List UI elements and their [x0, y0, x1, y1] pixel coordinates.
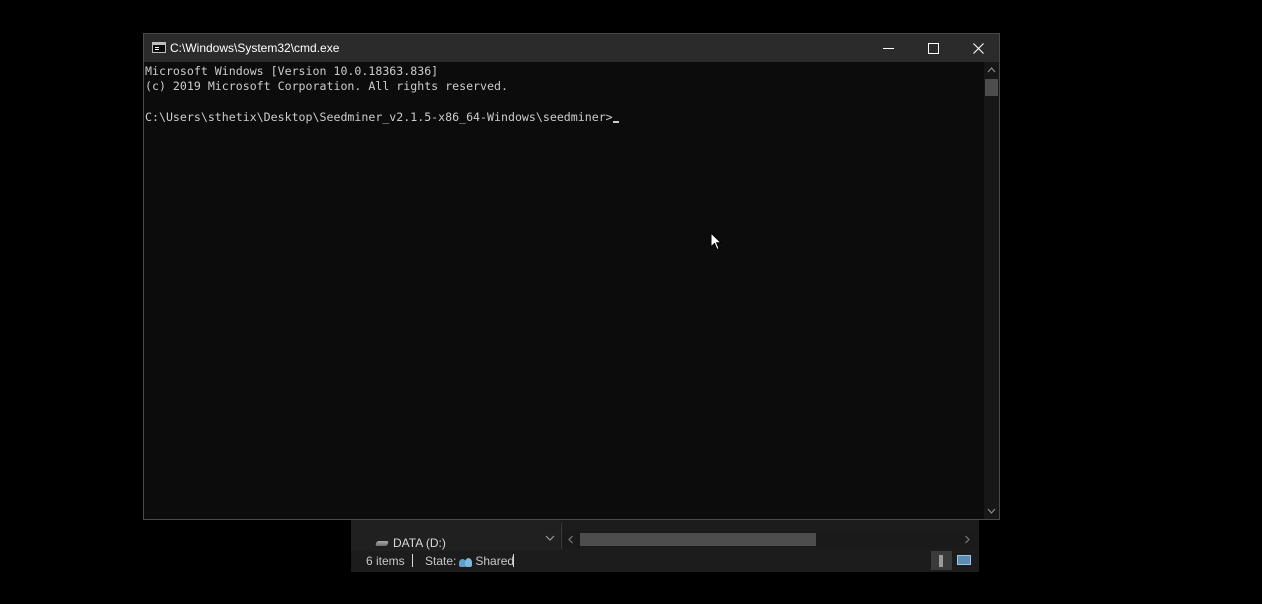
prompt-path: C:\Users\sthetix\Desktop\Seedminer_v2.1.… — [145, 109, 613, 124]
mouse-pointer-icon — [710, 232, 722, 251]
vertical-scroll-thumb[interactable] — [985, 79, 998, 96]
console-line: Microsoft Windows [Version 10.0.18363.83… — [145, 64, 439, 78]
state-value: Shared — [475, 554, 515, 568]
scroll-right-arrow-icon[interactable] — [962, 534, 972, 545]
background-file-explorer: DATA (D:) 6 items State: Shared — [351, 519, 979, 572]
command-prompt-line[interactable]: C:\Users\sthetix\Desktop\Seedminer_v2.1.… — [145, 110, 984, 125]
large-icons-view-button[interactable] — [954, 551, 975, 570]
minimize-button[interactable] — [866, 34, 911, 62]
nav-item-data-drive[interactable]: DATA (D:) — [375, 535, 446, 551]
cmd-window[interactable]: C:\Windows\System32\cmd.exe Microsoft Wi… — [143, 33, 1000, 520]
window-title: C:\Windows\System32\cmd.exe — [170, 41, 340, 55]
navigation-pane: DATA (D:) — [351, 519, 560, 551]
status-separator — [412, 554, 413, 567]
pane-divider[interactable] — [561, 523, 562, 549]
horizontal-scrollbar[interactable] — [563, 531, 975, 548]
share-state: State: Shared — [425, 554, 514, 568]
text-cursor — [612, 120, 619, 123]
minimize-icon — [883, 48, 894, 49]
console-output[interactable]: Microsoft Windows [Version 10.0.18363.83… — [144, 62, 984, 519]
scroll-down-arrow-icon[interactable] — [986, 506, 997, 516]
window-titlebar[interactable]: C:\Windows\System32\cmd.exe — [144, 34, 999, 62]
horizontal-scroll-thumb[interactable] — [580, 533, 816, 546]
maximize-button[interactable] — [911, 34, 956, 62]
chevron-down-icon[interactable] — [545, 533, 555, 543]
close-icon — [973, 43, 984, 54]
console-line: (c) 2019 Microsoft Corporation. All righ… — [145, 79, 508, 94]
details-view-button[interactable] — [931, 551, 952, 570]
explorer-statusbar: 6 items State: Shared — [351, 551, 979, 572]
drive-icon — [375, 539, 389, 547]
drive-label: DATA (D:) — [393, 536, 446, 550]
maximize-icon — [928, 43, 939, 54]
state-label: State: — [425, 554, 457, 568]
shared-users-icon — [459, 556, 473, 567]
scroll-up-arrow-icon[interactable] — [986, 65, 997, 75]
cmd-app-icon[interactable] — [152, 42, 166, 53]
status-separator — [513, 554, 514, 567]
close-button[interactable] — [956, 34, 1001, 62]
scroll-left-arrow-icon[interactable] — [566, 534, 576, 545]
vertical-scrollbar[interactable] — [984, 62, 999, 519]
items-count: 6 items — [366, 554, 405, 568]
